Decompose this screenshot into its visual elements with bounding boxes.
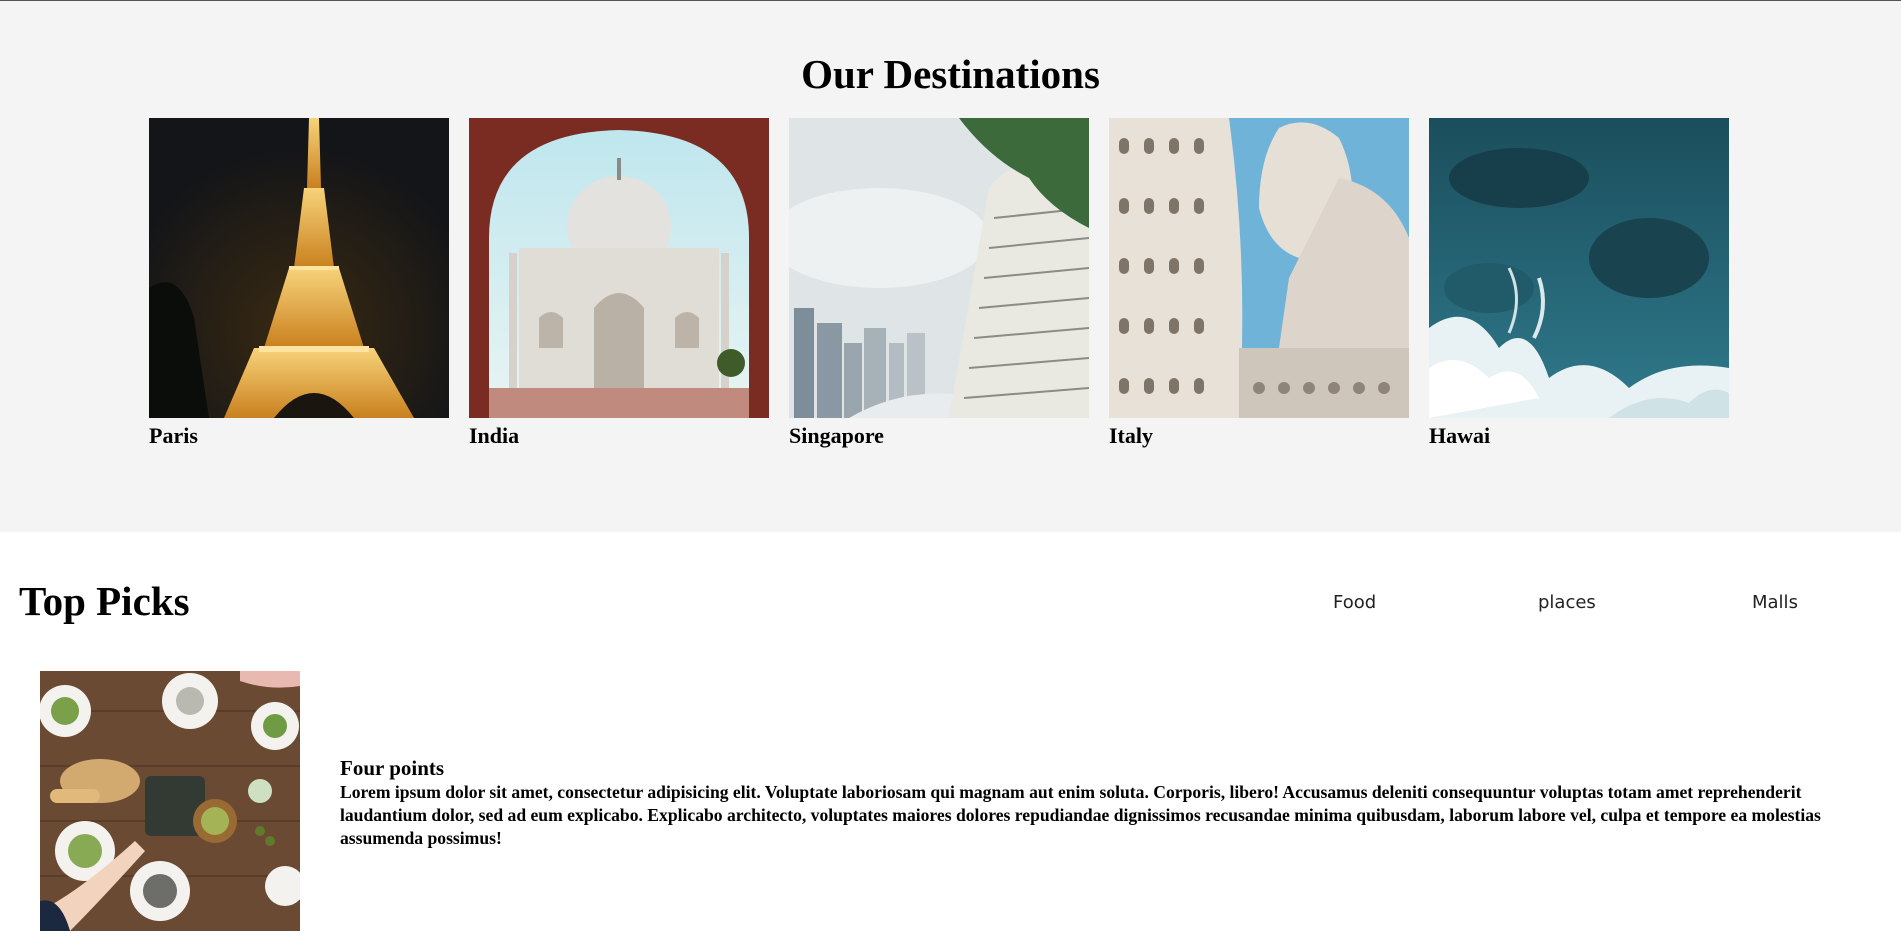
paris-image[interactable]: [149, 118, 449, 418]
destination-name: Singapore: [789, 423, 884, 448]
destinations-grid: Paris India Singapore Italy Hawai: [149, 118, 1731, 458]
destination-card-italy[interactable]: Italy: [1109, 118, 1409, 458]
taj-mahal-photo: [469, 118, 769, 418]
tab-food[interactable]: Food: [1333, 590, 1376, 616]
tab-malls[interactable]: Malls: [1752, 590, 1798, 616]
destination-card-singapore[interactable]: Singapore: [789, 118, 1089, 458]
destination-card-hawai[interactable]: Hawai: [1429, 118, 1729, 458]
top-picks-title: Top Picks: [19, 578, 190, 624]
singapore-skyline-photo: [789, 118, 1089, 418]
destination-name: Italy: [1109, 423, 1153, 448]
leaning-tower-pisa-photo: [1109, 118, 1409, 418]
destination-card-paris[interactable]: Paris: [149, 118, 449, 458]
eiffel-tower-photo: [149, 118, 449, 418]
destination-name: India: [469, 423, 520, 448]
destinations-title: Our Destinations: [801, 51, 1100, 97]
pick-card[interactable]: Four points Lorem ipsum dolor sit amet, …: [40, 671, 1860, 931]
hawai-image[interactable]: [1429, 118, 1729, 418]
destinations-section: Our Destinations Paris India Singapore I…: [0, 1, 1901, 532]
singapore-image[interactable]: [789, 118, 1089, 418]
pick-name: Four points: [340, 756, 445, 780]
pick-image[interactable]: [40, 671, 300, 931]
destination-name: Paris: [149, 423, 198, 448]
ocean-waves-photo: [1429, 118, 1729, 418]
tab-places[interactable]: places: [1538, 590, 1596, 616]
pick-body: Four points Lorem ipsum dolor sit amet, …: [340, 755, 1880, 850]
india-image[interactable]: [469, 118, 769, 418]
italy-image[interactable]: [1109, 118, 1409, 418]
pick-description: Lorem ipsum dolor sit amet, consectetur …: [340, 782, 1821, 848]
dining-table-photo: [40, 671, 300, 931]
destination-name: Hawai: [1429, 423, 1491, 448]
destination-card-india[interactable]: India: [469, 118, 769, 458]
